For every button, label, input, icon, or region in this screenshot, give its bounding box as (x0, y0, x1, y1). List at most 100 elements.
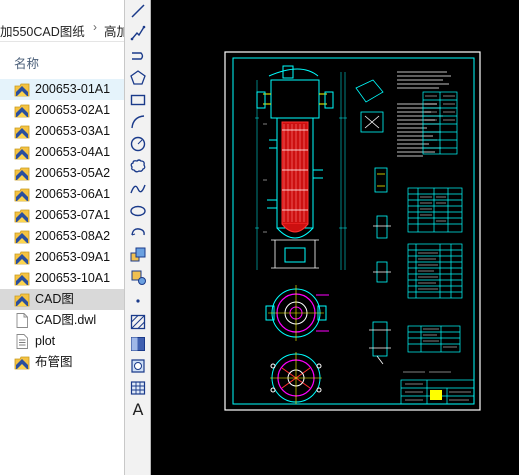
table-tool-button[interactable] (129, 379, 147, 397)
gradient-icon (131, 337, 145, 351)
address-bar[interactable]: 加550CAD图纸 › 高加 (0, 17, 124, 42)
breadcrumb-item-folder[interactable]: 加550CAD图纸 (0, 21, 85, 40)
file-item[interactable]: plot (0, 331, 124, 352)
file-item[interactable]: 200653-02A1 (0, 100, 124, 121)
file-item-label: 200653-01A1 (35, 82, 111, 96)
file-item-label: 200653-08A2 (35, 229, 111, 243)
file-item-label: CAD图 (35, 292, 74, 306)
insert-block-icon (130, 247, 146, 262)
insert-block-tool-button[interactable] (129, 246, 147, 264)
dwg-file-icon (14, 229, 30, 244)
arc-polyline-icon (132, 52, 144, 60)
dwg-file-icon (14, 271, 30, 286)
ellipse-icon (130, 205, 146, 217)
breadcrumb-separator-icon[interactable]: › (93, 20, 97, 34)
drawing-canvas[interactable] (151, 0, 519, 475)
file-list: 200653-01A1 200653-02A1 200653-03A1 200653-… (0, 79, 124, 373)
polygon-icon (130, 70, 146, 85)
ellipse-arc-tool-button[interactable] (129, 224, 147, 242)
parts-table (407, 243, 463, 299)
nozzle-table (407, 187, 463, 233)
dwg-file-icon (14, 145, 30, 160)
title-block (400, 371, 475, 405)
dwg-file-icon (14, 82, 30, 97)
ellipse-arc-icon (131, 228, 145, 236)
ellipse-tool-button[interactable] (129, 202, 147, 220)
gradient-tool-button[interactable] (129, 335, 147, 353)
file-item-label: 200653-06A1 (35, 187, 111, 201)
file-item-label: 200653-07A1 (35, 208, 111, 222)
file-item[interactable]: 200653-04A1 (0, 142, 124, 163)
dwg-file-icon (14, 355, 30, 370)
vessel-plan-view-bottom (270, 352, 322, 404)
hatch-tool-button[interactable] (129, 313, 147, 331)
file-item[interactable]: 200653-09A1 (0, 247, 124, 268)
draw-toolbar: A (124, 0, 151, 475)
file-item[interactable]: 200653-01A1 (0, 79, 124, 100)
line-tool-button[interactable] (129, 2, 147, 20)
file-item-label: 200653-03A1 (35, 124, 111, 138)
table-icon (130, 381, 146, 395)
file-explorer-pane: 加550CAD图纸 › 高加 名称 200653-01A1 200653-02A1… (0, 0, 124, 475)
material-table (407, 325, 461, 353)
dwg-file-icon (14, 187, 30, 202)
file-item-label: 200653-02A1 (35, 103, 111, 117)
cad-drawing (224, 51, 481, 411)
multiline-text-tool-button[interactable]: A (129, 401, 147, 419)
breadcrumb-item-subfolder[interactable]: 高加 (104, 21, 124, 40)
file-item[interactable]: 200653-06A1 (0, 184, 124, 205)
polyline-tool-button[interactable] (129, 24, 147, 42)
arc-icon (131, 115, 145, 129)
line-icon (131, 4, 145, 18)
dwg-file-icon (14, 166, 30, 181)
file-item-label: CAD图.dwl (35, 313, 97, 327)
notes-text-block (397, 71, 451, 157)
rectangle-icon (130, 94, 146, 106)
file-item-label: 200653-09A1 (35, 250, 111, 264)
spline-tool-button[interactable] (129, 180, 147, 198)
file-item[interactable]: 200653-03A1 (0, 121, 124, 142)
file-item[interactable]: CAD图 (0, 289, 124, 310)
dwg-file-icon (14, 208, 30, 223)
point-icon (136, 299, 140, 303)
revision-cloud-tool-button[interactable] (129, 157, 147, 175)
file-item[interactable]: 200653-05A2 (0, 163, 124, 184)
point-tool-button[interactable] (129, 291, 147, 309)
file-item-label: 200653-04A1 (35, 145, 111, 159)
region-tool-button[interactable] (129, 357, 147, 375)
circle-tool-button[interactable] (129, 135, 147, 153)
vessel-plan-view-top (265, 285, 329, 341)
file-item[interactable]: 布管图 (0, 352, 124, 373)
polygon-tool-button[interactable] (129, 69, 147, 87)
drawing-outer-border (224, 51, 481, 411)
hatch-icon (130, 314, 146, 330)
dwg-file-icon (14, 292, 30, 307)
rectangle-tool-button[interactable] (129, 91, 147, 109)
region-icon (131, 359, 145, 373)
revision-cloud-icon (130, 159, 146, 173)
make-block-icon (131, 270, 146, 285)
detail-views (355, 79, 391, 365)
dwg-file-icon (14, 124, 30, 139)
polyline-icon (130, 25, 146, 41)
circle-icon (130, 136, 146, 152)
file-item[interactable]: 200653-10A1 (0, 268, 124, 289)
blank-file-icon (14, 313, 30, 328)
file-item-label: 布管图 (35, 355, 73, 369)
text-file-icon (14, 334, 30, 349)
arc-polyline-tool-button[interactable] (129, 47, 147, 65)
arc-tool-button[interactable] (129, 113, 147, 131)
column-header-name[interactable]: 名称 (14, 53, 39, 72)
dwg-file-icon (14, 103, 30, 118)
dwg-file-icon (14, 250, 30, 265)
file-item[interactable]: 200653-07A1 (0, 205, 124, 226)
file-item[interactable]: 200653-08A2 (0, 226, 124, 247)
vessel-elevation-view (255, 65, 347, 270)
spec-table (422, 91, 458, 155)
file-item[interactable]: CAD图.dwl (0, 310, 124, 331)
multiline-text-icon: A (132, 400, 144, 419)
spline-icon (130, 184, 146, 194)
file-item-label: 200653-10A1 (35, 271, 111, 285)
make-block-tool-button[interactable] (129, 268, 147, 286)
file-item-label: 200653-05A2 (35, 166, 111, 180)
